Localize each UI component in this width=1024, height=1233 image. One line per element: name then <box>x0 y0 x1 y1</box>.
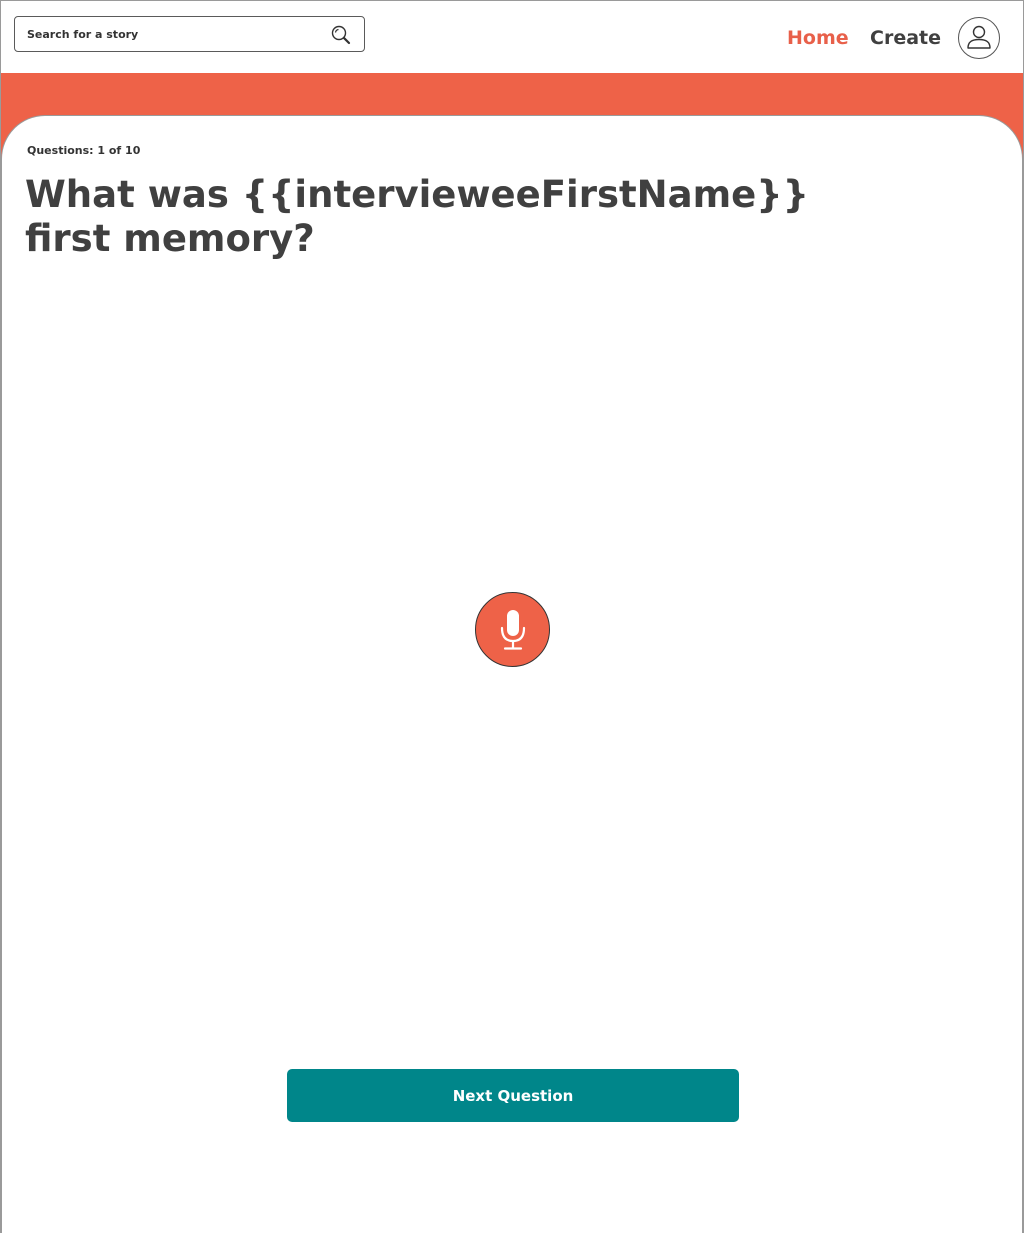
question-card <box>1 115 1023 1233</box>
search-icon[interactable] <box>330 24 352 46</box>
nav-home-link[interactable]: Home <box>787 27 849 49</box>
avatar[interactable] <box>958 17 1000 59</box>
question-counter: Questions: 1 of 10 <box>27 144 141 157</box>
search-input[interactable] <box>15 27 315 41</box>
record-button[interactable] <box>475 592 550 667</box>
app-frame: Home Create Questions: 1 of 10 What was … <box>0 0 1024 1233</box>
microphone-icon <box>500 609 525 650</box>
question-title: What was {{intervieweeFirstName}} first … <box>25 173 809 260</box>
nav-create-link[interactable]: Create <box>870 27 941 49</box>
search-box[interactable] <box>14 16 365 52</box>
next-question-button[interactable]: Next Question <box>287 1069 739 1122</box>
user-icon <box>967 25 991 49</box>
top-header: Home Create <box>1 1 1023 73</box>
